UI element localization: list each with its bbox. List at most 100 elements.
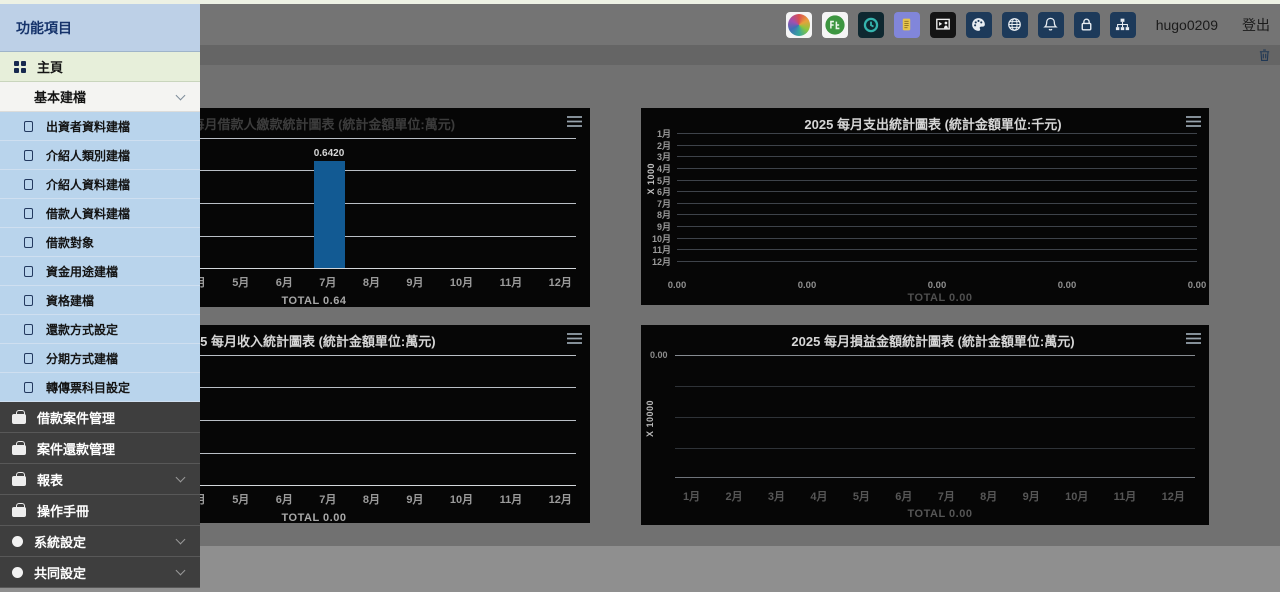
chevron-down-icon <box>176 535 186 545</box>
briefcase-icon <box>12 507 26 517</box>
sidebar-item-home[interactable]: 主頁 <box>0 52 200 82</box>
x-axis-line <box>675 477 1195 478</box>
month-row: 8月 <box>649 209 1197 221</box>
month-row: 12月 <box>649 256 1197 268</box>
scroll-icon[interactable] <box>894 12 920 38</box>
chevron-down-icon <box>176 91 186 101</box>
x-tick-label: 0.00 <box>787 280 827 291</box>
sidebar-item[interactable]: 介紹人資料建檔 <box>0 170 200 199</box>
month-label: 8月 <box>363 274 380 290</box>
month-label: 5月 <box>232 491 249 507</box>
x-tick-label: 0.00 <box>657 280 697 291</box>
sitemap-icon[interactable] <box>1110 12 1136 38</box>
bar-july <box>314 161 345 268</box>
gridline <box>677 145 1197 146</box>
x-tick-label: 0.00 <box>917 280 957 291</box>
month-label: 12月 <box>1162 488 1185 504</box>
colorful-app-icon[interactable] <box>786 12 812 38</box>
chart-monthly-expense: 2025 每月支出統計圖表 (統計金額單位:千元) 1月 2月 3月 4月 5月… <box>641 108 1209 305</box>
sidebar-item-manual[interactable]: 操作手冊 <box>0 495 200 526</box>
palette-icon[interactable] <box>966 12 992 38</box>
clock-icon[interactable] <box>858 12 884 38</box>
month-label: 8月 <box>980 488 997 504</box>
circle-icon <box>12 567 23 578</box>
month-label: 6月 <box>276 491 293 507</box>
sidebar-item[interactable]: 借款對象 <box>0 228 200 257</box>
chart-menu-icon[interactable] <box>567 116 582 127</box>
sidebar-item-loan-case-mgmt[interactable]: 借款案件管理 <box>0 402 200 433</box>
chart-menu-icon[interactable] <box>1186 116 1201 127</box>
chart-profit-loss: 2025 每月損益金額統計圖表 (統計金額單位:萬元) 0.00 X 10000… <box>641 325 1209 525</box>
zero-line <box>675 355 1195 356</box>
month-label: 10月 <box>450 274 473 290</box>
sidebar-item-label: 還款方式設定 <box>46 321 118 338</box>
trash-icon[interactable] <box>1258 48 1271 62</box>
sidebar-item-label: 借款人資料建檔 <box>46 205 130 222</box>
sidebar-item-system-settings[interactable]: 系統設定 <box>0 526 200 557</box>
y-axis-unit: X 1000 <box>646 163 656 195</box>
month-label: 12月 <box>549 274 572 290</box>
square-bullet-icon <box>24 121 33 132</box>
month-label: 12月 <box>549 491 572 507</box>
circle-icon <box>12 536 23 547</box>
sidebar-item[interactable]: 還款方式設定 <box>0 315 200 344</box>
presentation-icon[interactable] <box>930 12 956 38</box>
briefcase-icon <box>12 445 26 455</box>
month-label: 4月 <box>810 488 827 504</box>
sidebar-item[interactable]: 出資者資料建檔 <box>0 112 200 141</box>
month-label: 3月 <box>768 488 785 504</box>
month-row: 2月 <box>649 140 1197 152</box>
sidebar-group-basic[interactable]: 基本建檔 <box>0 82 200 112</box>
bell-icon[interactable] <box>1038 12 1064 38</box>
month-row: 9月 <box>649 221 1197 233</box>
logout-link[interactable]: 登出 <box>1242 15 1270 35</box>
globe-icon[interactable] <box>1002 12 1028 38</box>
square-bullet-icon <box>24 266 33 277</box>
sidebar-group-label: 基本建檔 <box>34 87 86 106</box>
sidebar-item-label: 案件還款管理 <box>37 439 115 458</box>
lock-icon[interactable] <box>1074 12 1100 38</box>
month-label: 8月 <box>363 491 380 507</box>
month-label: 2月 <box>725 488 742 504</box>
square-bullet-icon <box>24 353 33 364</box>
gridline <box>677 180 1197 181</box>
sidebar-item-label: 分期方式建檔 <box>46 350 118 367</box>
y-axis-rows: 1月 2月 3月 4月 5月 6月 7月 8月 <box>649 128 1197 267</box>
month-label: 5月 <box>853 488 870 504</box>
grid-icon <box>14 61 26 73</box>
month-label: 7月 <box>319 274 336 290</box>
month-label: 6月 <box>895 488 912 504</box>
month-row: 10月 <box>649 232 1197 244</box>
month-label: 10月 <box>450 491 473 507</box>
square-bullet-icon <box>24 208 33 219</box>
chart-title: 2025 每月損益金額統計圖表 (統計金額單位:萬元) <box>681 331 1185 350</box>
chart-menu-icon[interactable] <box>1186 333 1201 344</box>
month-label: 9月 <box>406 274 423 290</box>
sidebar-item[interactable]: 借款人資料建檔 <box>0 199 200 228</box>
sidebar-item-label: 主頁 <box>37 57 63 76</box>
sidebar-item-common-settings[interactable]: 共同設定 <box>0 557 200 588</box>
gridline <box>677 214 1197 215</box>
sidebar-item[interactable]: 轉傳票科目設定 <box>0 373 200 402</box>
username: hugo0209 <box>1156 17 1218 33</box>
y-axis-unit: X 10000 <box>645 400 655 437</box>
sidebar-item-case-repayment-mgmt[interactable]: 案件還款管理 <box>0 433 200 464</box>
square-bullet-icon <box>24 382 33 393</box>
month-row: 11月 <box>649 244 1197 256</box>
sidebar-basic-items: 出資者資料建檔 介紹人類別建檔 介紹人資料建檔 借款人資料建檔 借款對象 資金用… <box>0 112 200 402</box>
sidebar-item-label: 借款案件管理 <box>37 408 115 427</box>
chart-menu-icon[interactable] <box>567 333 582 344</box>
sidebar-item[interactable]: 分期方式建檔 <box>0 344 200 373</box>
sidebar-item[interactable]: 資金用途建檔 <box>0 257 200 286</box>
gridline <box>677 156 1197 157</box>
briefcase-icon <box>12 476 26 486</box>
sidebar-item-label: 資格建檔 <box>46 292 94 309</box>
green-finance-icon[interactable] <box>822 12 848 38</box>
sidebar-item-label: 轉傳票科目設定 <box>46 379 130 396</box>
sidebar-item-label: 資金用途建檔 <box>46 263 118 280</box>
sidebar-item-reports[interactable]: 報表 <box>0 464 200 495</box>
square-bullet-icon <box>24 237 33 248</box>
sidebar-item[interactable]: 資格建檔 <box>0 286 200 315</box>
month-row: 7月 <box>649 198 1197 210</box>
sidebar-item[interactable]: 介紹人類別建檔 <box>0 141 200 170</box>
